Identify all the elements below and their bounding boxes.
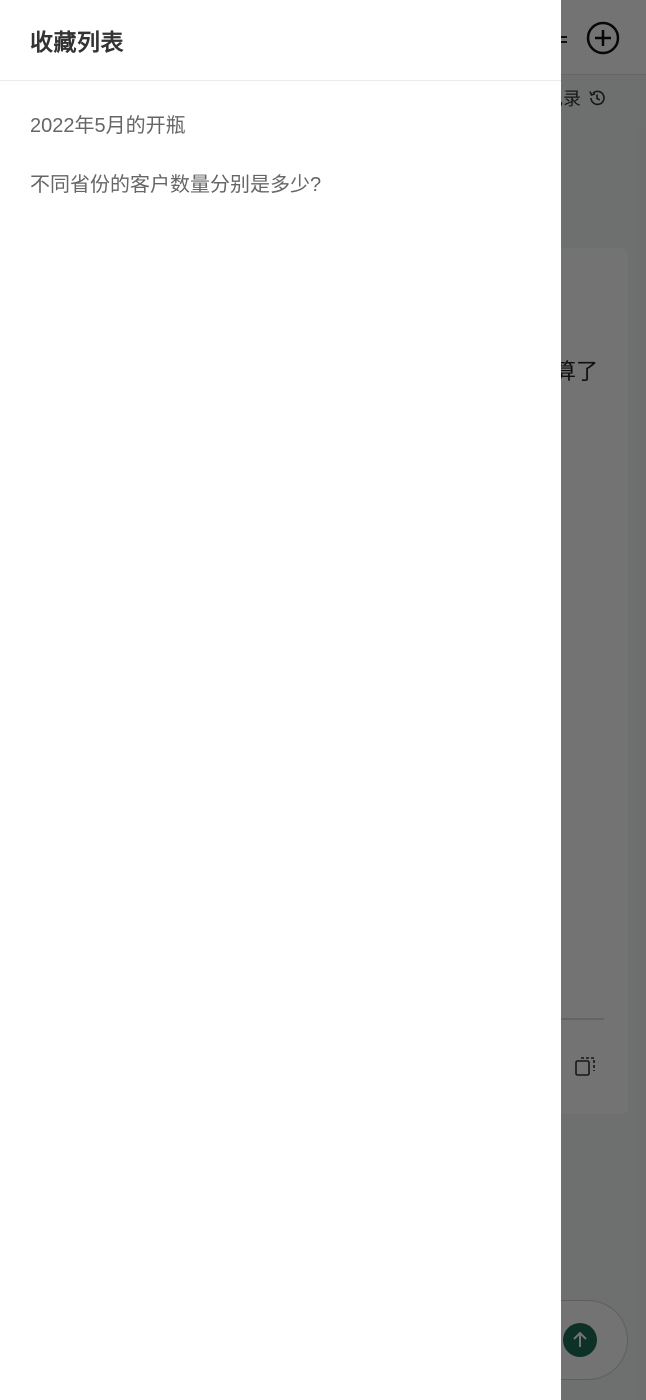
favorite-item[interactable]: 不同省份的客户数量分别是多少? bbox=[0, 153, 561, 212]
favorites-drawer: 收藏列表 2022年5月的开瓶 不同省份的客户数量分别是多少? bbox=[0, 0, 561, 1400]
drawer-title: 收藏列表 bbox=[30, 29, 124, 55]
drawer-header: 收藏列表 bbox=[0, 0, 561, 81]
favorite-item[interactable]: 2022年5月的开瓶 bbox=[0, 94, 561, 153]
favorites-list: 2022年5月的开瓶 不同省份的客户数量分别是多少? bbox=[0, 94, 561, 212]
app-screen: 记录 算了 2 bbox=[0, 0, 646, 1400]
